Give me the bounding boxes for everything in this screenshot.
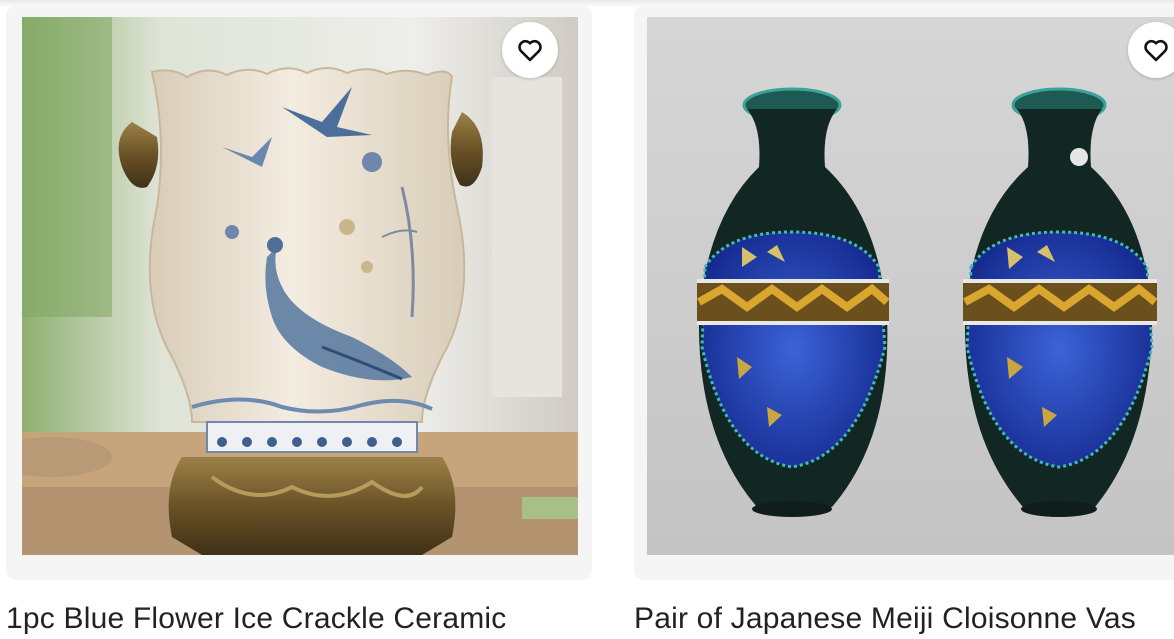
product-image[interactable] bbox=[22, 17, 578, 555]
product-card[interactable]: 1pc Blue Flower Ice Crackle Ceramic bbox=[6, 6, 592, 635]
product-title[interactable]: 1pc Blue Flower Ice Crackle Ceramic bbox=[6, 602, 592, 636]
product-image[interactable] bbox=[647, 17, 1174, 555]
product-image-frame[interactable] bbox=[6, 6, 592, 580]
heart-outline-icon bbox=[1144, 39, 1168, 62]
favorite-button[interactable] bbox=[502, 22, 558, 78]
heart-outline-icon bbox=[518, 39, 542, 62]
product-card[interactable]: Pair of Japanese Meiji Cloisonne Vas bbox=[634, 6, 1174, 635]
product-image-frame[interactable] bbox=[634, 6, 1174, 580]
product-title[interactable]: Pair of Japanese Meiji Cloisonne Vas bbox=[634, 602, 1174, 636]
